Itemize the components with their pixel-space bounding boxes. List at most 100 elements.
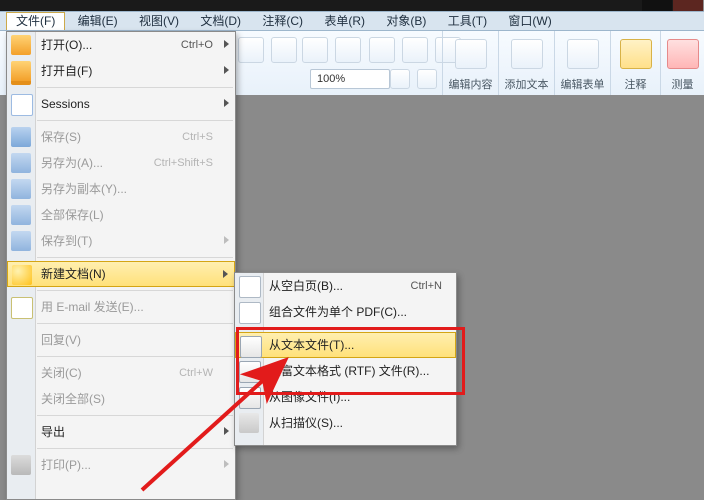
annotate-icon[interactable]	[620, 39, 652, 69]
save-as-icon	[11, 153, 31, 173]
email-icon	[11, 297, 33, 319]
submenu-arrow-icon	[224, 66, 229, 74]
app-window: 文件(F) 编辑(E) 视图(V) 文档(D) 注释(C) 表单(R) 对象(B…	[0, 0, 704, 500]
file-save-to[interactable]: 保存到(T)	[7, 228, 235, 254]
file-save[interactable]: 保存(S) Ctrl+S	[7, 124, 235, 150]
newdoc-from-rtf[interactable]: 从富文本格式 (RTF) 文件(R)...	[235, 358, 456, 384]
save-all-icon	[11, 205, 31, 225]
text-file-icon	[240, 336, 262, 358]
newdoc-from-rtf-label: 从富文本格式 (RTF) 文件(R)...	[269, 364, 429, 378]
group-add-text-label: 添加文本	[499, 76, 554, 92]
title-bar	[0, 0, 703, 11]
file-close-shortcut: Ctrl+W	[179, 360, 213, 386]
file-save-as-label: 另存为(A)...	[41, 156, 103, 170]
group-edit-content-label: 编辑内容	[443, 76, 498, 92]
measure-icon[interactable]	[667, 39, 699, 69]
rtf-file-icon	[239, 361, 261, 383]
tool-fit-height-icon[interactable]	[402, 37, 428, 63]
sessions-icon	[11, 94, 33, 116]
file-print-label: 打印(P)...	[41, 458, 91, 472]
file-save-copy-label: 另存为副本(Y)...	[41, 182, 127, 196]
file-export-label: 导出	[41, 425, 65, 439]
file-open-shortcut: Ctrl+O	[181, 32, 213, 58]
combine-files-icon	[239, 302, 261, 324]
folder-open-icon	[11, 35, 31, 55]
newdoc-from-image-label: 从图像文件(I)...	[269, 390, 350, 404]
file-menu: 打开(O)... Ctrl+O 打开自(F) Sessions 保存(S) Ct…	[6, 31, 236, 500]
new-document-submenu: 从空白页(B)... Ctrl+N 组合文件为单个 PDF(C)... 从文本文…	[234, 272, 457, 446]
file-save-all[interactable]: 全部保存(L)	[7, 202, 235, 228]
newdoc-from-text[interactable]: 从文本文件(T)...	[235, 332, 456, 358]
group-annotate-label: 注释	[611, 76, 660, 92]
submenu-arrow-icon	[223, 270, 228, 278]
file-close-all-label: 关闭全部(S)	[41, 392, 105, 406]
file-revert-label: 回复(V)	[41, 333, 81, 347]
file-close-label: 关闭(C)	[41, 366, 82, 380]
tool-fit-page-icon[interactable]	[335, 37, 361, 63]
newdoc-from-scanner[interactable]: 从扫描仪(S)...	[235, 410, 456, 436]
save-to-icon	[11, 231, 31, 251]
file-save-to-label: 保存到(T)	[41, 234, 92, 248]
menu-window[interactable]: 窗口(W)	[499, 12, 560, 30]
submenu-arrow-icon	[224, 236, 229, 244]
save-icon	[11, 127, 31, 147]
submenu-arrow-icon	[224, 99, 229, 107]
file-open-from-label: 打开自(F)	[41, 64, 92, 78]
submenu-arrow-icon	[224, 460, 229, 468]
file-close-all[interactable]: 关闭全部(S)	[7, 386, 235, 412]
file-save-label: 保存(S)	[41, 130, 81, 144]
folder-open-from-icon	[11, 61, 31, 85]
submenu-arrow-icon	[224, 40, 229, 48]
file-open-label: 打开(O)...	[41, 38, 92, 52]
tool-zoom-in-icon[interactable]	[390, 69, 410, 89]
menu-bar: 文件(F) 编辑(E) 视图(V) 文档(D) 注释(C) 表单(R) 对象(B…	[0, 11, 704, 31]
file-open[interactable]: 打开(O)... Ctrl+O	[7, 32, 235, 58]
edit-form-icon[interactable]	[567, 39, 599, 69]
zoom-combo[interactable]: 100%	[310, 69, 390, 89]
tool-redo-icon[interactable]	[271, 37, 297, 63]
menu-document[interactable]: 文档(D)	[191, 12, 250, 30]
tool-actual-size-icon[interactable]	[302, 37, 328, 63]
window-maximize-button[interactable]	[642, 0, 672, 11]
file-new-document-label: 新建文档(N)	[41, 267, 106, 281]
newdoc-combine[interactable]: 组合文件为单个 PDF(C)...	[235, 299, 456, 325]
file-open-from[interactable]: 打开自(F)	[7, 58, 235, 84]
file-save-as[interactable]: 另存为(A)... Ctrl+Shift+S	[7, 150, 235, 176]
file-email-label: 用 E-mail 发送(E)...	[41, 300, 144, 314]
edit-content-icon[interactable]	[455, 39, 487, 69]
scanner-icon	[239, 413, 259, 433]
window-close-button[interactable]	[673, 0, 703, 11]
file-close[interactable]: 关闭(C) Ctrl+W	[7, 360, 235, 386]
file-print[interactable]: 打印(P)...	[7, 452, 235, 478]
new-document-icon	[12, 265, 32, 285]
save-copy-icon	[11, 179, 31, 199]
tool-fit-width-icon[interactable]	[369, 37, 395, 63]
file-save-copy[interactable]: 另存为副本(Y)...	[7, 176, 235, 202]
file-sessions[interactable]: Sessions	[7, 91, 235, 117]
menu-edit[interactable]: 编辑(E)	[69, 12, 127, 30]
newdoc-from-image[interactable]: 从图像文件(I)...	[235, 384, 456, 410]
add-text-icon[interactable]	[511, 39, 543, 69]
blank-page-icon	[239, 276, 261, 298]
file-save-shortcut: Ctrl+S	[182, 124, 213, 150]
newdoc-combine-label: 组合文件为单个 PDF(C)...	[269, 305, 407, 319]
tool-undo-icon[interactable]	[238, 37, 264, 63]
menu-object[interactable]: 对象(B)	[377, 12, 435, 30]
newdoc-blank-label: 从空白页(B)...	[269, 279, 343, 293]
submenu-arrow-icon	[224, 427, 229, 435]
file-export[interactable]: 导出	[7, 419, 235, 445]
file-sessions-label: Sessions	[41, 97, 90, 111]
file-email[interactable]: 用 E-mail 发送(E)...	[7, 294, 235, 320]
print-icon	[11, 455, 31, 475]
file-revert[interactable]: 回复(V)	[7, 327, 235, 353]
tool-zoom-plus-icon[interactable]	[417, 69, 437, 89]
newdoc-from-scanner-label: 从扫描仪(S)...	[269, 416, 343, 430]
menu-file[interactable]: 文件(F)	[6, 12, 65, 30]
file-new-document[interactable]: 新建文档(N)	[7, 261, 235, 287]
menu-form[interactable]: 表单(R)	[315, 12, 374, 30]
menu-view[interactable]: 视图(V)	[130, 12, 188, 30]
menu-annotate[interactable]: 注释(C)	[253, 12, 312, 30]
newdoc-blank[interactable]: 从空白页(B)... Ctrl+N	[235, 273, 456, 299]
menu-tools[interactable]: 工具(T)	[439, 12, 496, 30]
group-measure-label: 测量	[661, 76, 704, 92]
